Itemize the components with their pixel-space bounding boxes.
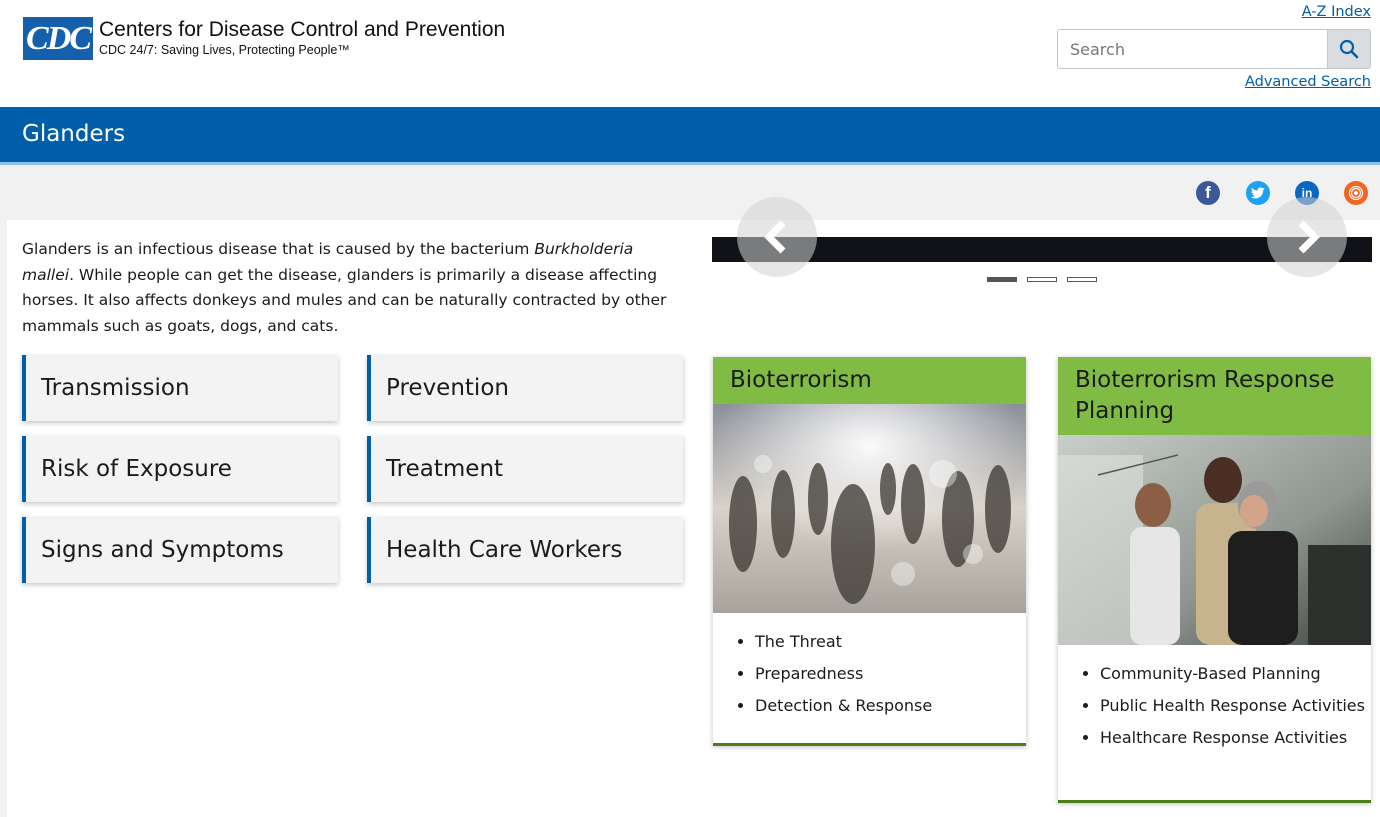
org-name: Centers for Disease Control and Preventi… (99, 18, 506, 41)
carousel-dot-3[interactable] (1067, 277, 1097, 282)
feature-card-bioterrorism: Bioterrorism • The Threat • Preparedness… (713, 357, 1026, 746)
feature-card-title[interactable]: Bioterrorism Response Planning (1058, 357, 1371, 435)
search-button[interactable] (1327, 29, 1371, 69)
feature-card-title[interactable]: Bioterrorism (713, 357, 1026, 404)
logo-text: Centers for Disease Control and Preventi… (99, 17, 505, 57)
feature-link-preparedness[interactable]: Preparedness (755, 661, 1026, 686)
feature-card-bioterrorism-response-planning: Bioterrorism Response Planning Community… (1058, 357, 1371, 803)
intro-text-continued: . While people can get the disease, glan… (22, 265, 667, 335)
cdc-logo-mark: CDC (23, 17, 93, 60)
site-header: CDC Centers for Disease Control and Prev… (0, 0, 1380, 107)
facebook-icon[interactable]: f (1196, 181, 1220, 205)
search-icon (1339, 39, 1359, 59)
feature-link-detection-response[interactable]: Detection & Response (755, 693, 1026, 718)
carousel-next-button[interactable] (1267, 197, 1347, 277)
tagline: CDC 24/7: Saving Lives, Protecting Peopl… (99, 43, 350, 57)
cdc-logo[interactable]: CDC Centers for Disease Control and Prev… (23, 17, 505, 60)
feature-link-healthcare-response[interactable]: Healthcare Response Activities (1100, 725, 1371, 750)
feature-link-the-threat[interactable]: The Threat (755, 629, 1026, 654)
feature-link-community-based-planning[interactable]: Community-Based Planning (1100, 661, 1371, 686)
team-photo (1058, 435, 1371, 645)
advanced-search-link[interactable]: Advanced Search (1245, 74, 1371, 90)
feature-link-public-health-response[interactable]: Public Health Response Activities (1100, 693, 1371, 718)
nav-card-risk-of-exposure[interactable]: Risk of Exposure (22, 436, 338, 502)
feature-link-list: The Threat Preparedness Detection & Resp… (713, 613, 1026, 718)
chevron-right-icon (1298, 220, 1320, 254)
carousel-prev-button[interactable] (737, 197, 817, 277)
carousel-dot-2[interactable] (1027, 277, 1057, 282)
feature-link-list: Community-Based Planning Public Health R… (1058, 645, 1371, 750)
search-bar (1057, 29, 1371, 69)
social-share-bar: f in (0, 165, 1380, 220)
nav-card-treatment[interactable]: Treatment (367, 436, 683, 502)
nav-card-prevention[interactable]: Prevention (367, 355, 683, 421)
syndicate-icon[interactable] (1344, 181, 1368, 205)
carousel-dot-1[interactable] (987, 277, 1017, 282)
twitter-icon[interactable] (1246, 181, 1270, 205)
nav-card-signs-and-symptoms[interactable]: Signs and Symptoms (22, 517, 338, 583)
search-input[interactable] (1057, 29, 1327, 69)
page-title-bar: Glanders (0, 107, 1380, 165)
intro-paragraph: Glanders is an infectious disease that i… (22, 237, 687, 339)
crowd-photo (713, 404, 1026, 613)
nav-card-transmission[interactable]: Transmission (22, 355, 338, 421)
left-gutter (0, 220, 7, 817)
nav-card-health-care-workers[interactable]: Health Care Workers (367, 517, 683, 583)
intro-text: Glanders is an infectious disease that i… (22, 240, 535, 258)
page-title: Glanders (22, 121, 126, 147)
az-index-link[interactable]: A-Z Index (1302, 4, 1371, 20)
chevron-left-icon (764, 220, 786, 254)
